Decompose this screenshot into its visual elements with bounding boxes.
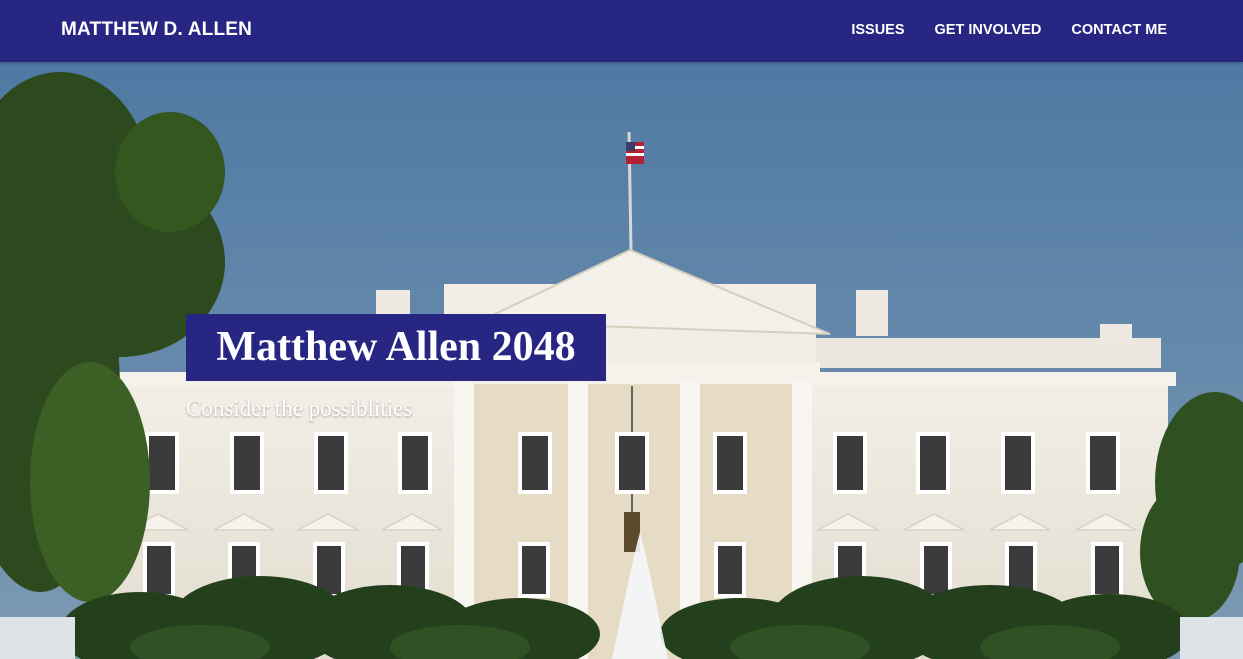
brand-link[interactable]: MATTHEW D. ALLEN <box>61 19 252 41</box>
nav-link-issues[interactable]: ISSUES <box>851 22 904 38</box>
hero-title-box: Matthew Allen 2048 <box>186 314 606 381</box>
hero-title: Matthew Allen 2048 <box>216 324 576 370</box>
nav-link-contact-me[interactable]: CONTACT ME <box>1071 22 1167 38</box>
top-navbar: MATTHEW D. ALLEN ISSUES GET INVOLVED CON… <box>0 0 1243 62</box>
nav-links: ISSUES GET INVOLVED CONTACT ME <box>851 22 1167 38</box>
hero-section: Matthew Allen 2048 Consider the possibli… <box>0 62 1243 659</box>
nav-link-get-involved[interactable]: GET INVOLVED <box>935 22 1042 38</box>
hero-subtitle: Consider the possiblities <box>186 396 413 421</box>
